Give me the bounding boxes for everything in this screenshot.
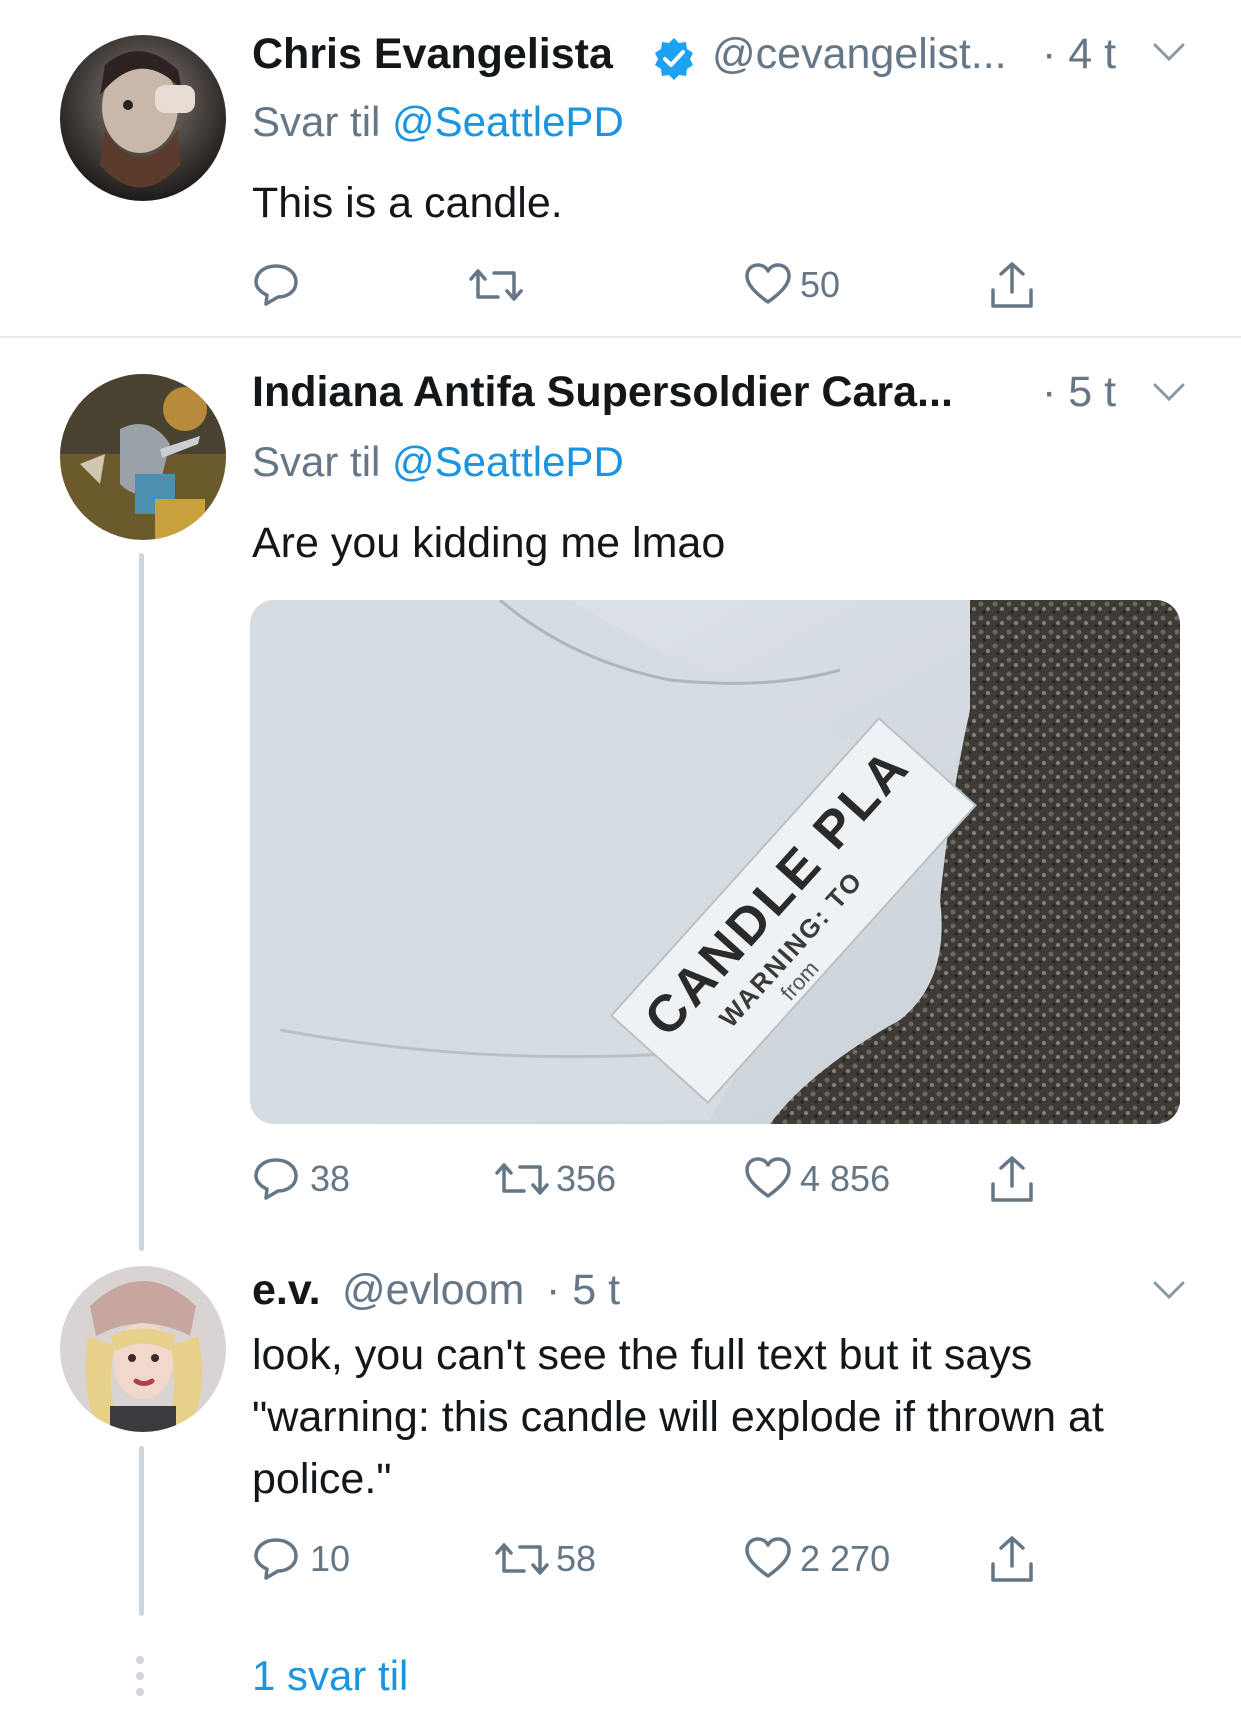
thread-line xyxy=(139,1446,144,1616)
reply-prefix: Svar til xyxy=(252,438,381,485)
tweet-text: Are you kidding me lmao xyxy=(252,519,726,567)
share-icon[interactable] xyxy=(988,260,1036,310)
chevron-down-icon[interactable] xyxy=(1152,42,1186,64)
verified-badge-icon xyxy=(652,36,696,80)
timestamp[interactable]: · 4 t xyxy=(1042,30,1116,79)
display-name[interactable]: Indiana Antifa Supersoldier Cara... xyxy=(252,368,953,417)
more-dots-icon xyxy=(132,1654,148,1698)
retweet-icon[interactable] xyxy=(468,263,524,307)
handle[interactable]: @evloom xyxy=(342,1266,524,1315)
like-icon[interactable] xyxy=(744,1536,792,1580)
reply-count: 38 xyxy=(310,1158,351,1199)
reply-icon[interactable] xyxy=(252,260,300,308)
thread-line xyxy=(139,553,144,1251)
reply-count: 10 xyxy=(310,1538,351,1579)
like-count: 4 856 xyxy=(800,1158,891,1199)
timestamp[interactable]: · 5 t xyxy=(546,1266,620,1315)
retweet-count: 58 xyxy=(556,1538,597,1579)
share-icon[interactable] xyxy=(988,1154,1036,1204)
handle[interactable]: @cevangelist... xyxy=(712,30,1007,79)
avatar-chris-evangelista[interactable] xyxy=(60,35,226,201)
like-icon[interactable] xyxy=(744,1156,792,1200)
chevron-down-icon[interactable] xyxy=(1152,1280,1186,1302)
retweet-icon[interactable] xyxy=(494,1157,550,1201)
reply-handle-link[interactable]: @SeattlePD xyxy=(392,98,624,145)
chevron-down-icon[interactable] xyxy=(1152,382,1186,404)
share-icon[interactable] xyxy=(988,1534,1036,1584)
avatar-ev[interactable] xyxy=(60,1266,226,1432)
tweet-text: This is a candle. xyxy=(252,179,563,227)
reply-context: Svar til @SeattlePD xyxy=(252,98,624,146)
tweet-divider xyxy=(0,336,1241,338)
display-name[interactable]: e.v. xyxy=(252,1266,321,1315)
retweet-icon[interactable] xyxy=(494,1537,550,1581)
reply-prefix: Svar til xyxy=(252,98,381,145)
display-name[interactable]: Chris Evangelista xyxy=(252,30,613,79)
reply-icon[interactable] xyxy=(252,1154,300,1202)
show-more-replies-link[interactable]: 1 svar til xyxy=(252,1652,408,1700)
like-count: 50 xyxy=(800,264,841,305)
reply-context: Svar til @SeattlePD xyxy=(252,438,624,486)
tweet-text: look, you can't see the full text but it… xyxy=(252,1331,1104,1503)
reply-icon[interactable] xyxy=(252,1534,300,1582)
reply-handle-link[interactable]: @SeattlePD xyxy=(392,438,624,485)
like-icon[interactable] xyxy=(744,262,792,306)
tweet-media-image[interactable]: CANDLE PLA WARNING: TO from xyxy=(250,600,1180,1124)
avatar-indiana-antifa[interactable] xyxy=(60,374,226,540)
retweet-count: 356 xyxy=(556,1158,617,1199)
like-count: 2 270 xyxy=(800,1538,891,1579)
timestamp[interactable]: · 5 t xyxy=(1042,368,1116,417)
